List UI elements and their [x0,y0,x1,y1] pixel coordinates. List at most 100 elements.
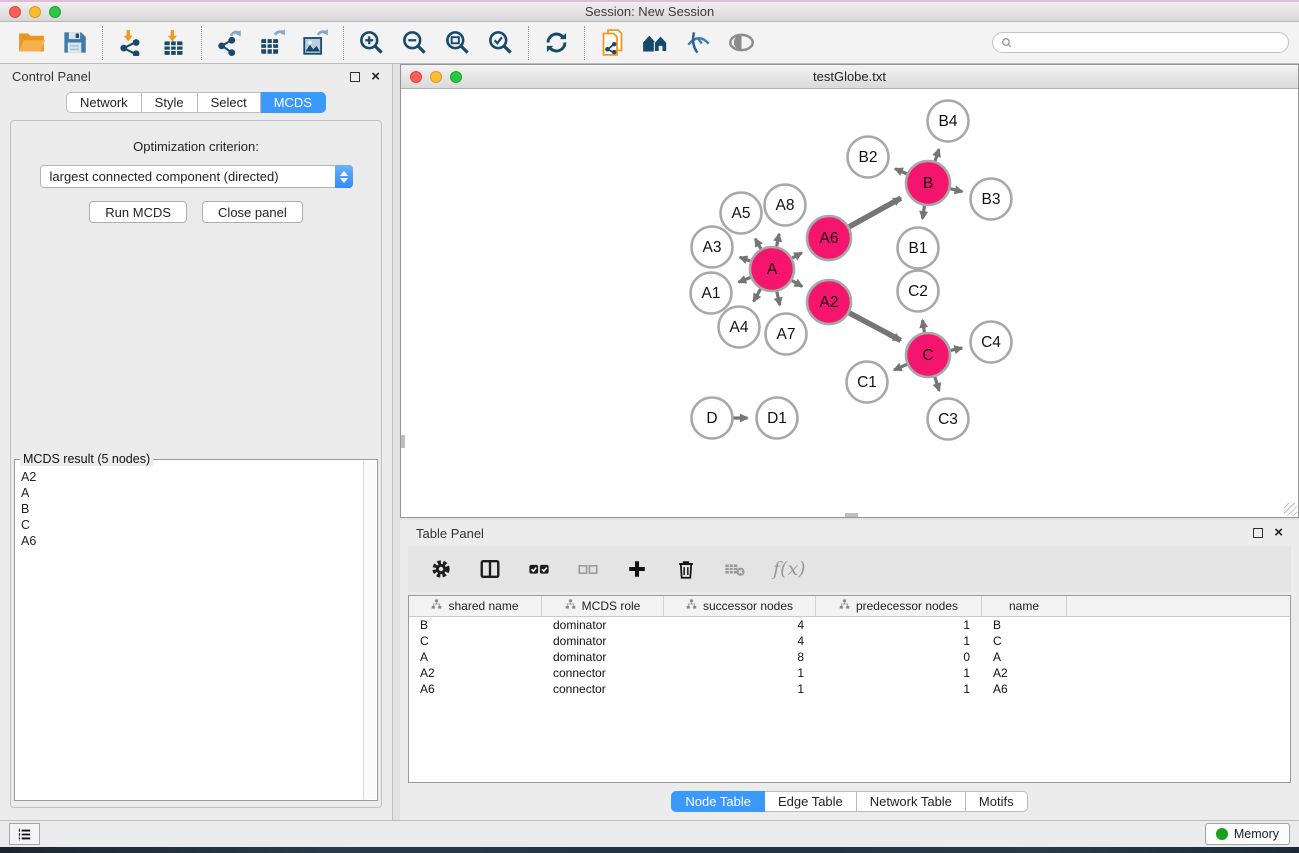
table-row[interactable]: Cdominator41C [409,633,1290,649]
network-graph[interactable]: B4 B2 B B3 B1 A5 A8 A6 A3 A A1 C2 A2 A4 … [401,89,1298,517]
hide-panel-icon[interactable] [685,29,712,56]
graph-edge-C-C2[interactable] [923,320,925,332]
memory-status-icon [1216,828,1228,840]
graph-edge-C-C3[interactable] [935,377,939,391]
cell-predecessor-nodes: 1 [816,666,982,680]
export-image-icon[interactable] [302,29,329,56]
table-row[interactable]: Adominator80A [409,649,1290,665]
graph-node-label-B: B [923,175,933,192]
search-input[interactable] [1017,36,1280,50]
table-row[interactable]: Bdominator41B [409,617,1290,633]
table-tab-node-table[interactable]: Node Table [671,791,765,812]
graph-edge-A2-C[interactable] [849,313,900,341]
graph-edge-B-B3[interactable] [950,189,962,192]
graph-edge-B-B1[interactable] [923,206,925,219]
column-header-name[interactable]: name [982,596,1067,616]
memory-button[interactable]: Memory [1205,823,1290,845]
close-panel-button[interactable]: Close panel [202,201,303,223]
graph-edge-A-A2[interactable] [792,281,802,287]
dropdown-stepper-icon [335,165,353,188]
graph-edge-C-C4[interactable] [951,348,963,350]
zoom-fit-icon[interactable] [444,29,471,56]
table-panel-title: Table Panel [416,526,484,541]
task-history-button[interactable] [9,823,40,845]
network-maximize-button[interactable] [450,71,462,83]
column-header-shared-name[interactable]: shared name [409,596,542,616]
zoom-in-icon[interactable] [358,29,385,56]
resize-grip[interactable] [1284,503,1297,516]
search-field[interactable] [992,32,1289,53]
graph-edge-A-A3[interactable] [740,257,751,261]
export-network-icon[interactable] [216,29,243,56]
canvas-vscroll-thumb[interactable] [401,435,405,448]
column-header-successor-nodes[interactable]: successor nodes [664,596,816,616]
mcds-result-item[interactable]: A6 [16,533,363,549]
graph-edge-B-B2[interactable] [895,169,907,174]
zoom-out-icon[interactable] [401,29,428,56]
graph-edge-A-A1[interactable] [739,277,751,282]
refresh-layout-icon[interactable] [543,29,570,56]
network-file-icon[interactable] [599,29,626,56]
network-minimize-button[interactable] [430,71,442,83]
mcds-result-item[interactable]: C [16,517,363,533]
table-row[interactable]: A2connector11A2 [409,665,1290,681]
export-table-icon[interactable] [259,29,286,56]
search-icon [1001,37,1013,49]
mcds-result-item[interactable]: B [16,501,363,517]
tab-style[interactable]: Style [142,92,198,113]
table-tab-edge-table[interactable]: Edge Table [765,791,857,812]
show-panel-icon[interactable] [728,29,755,56]
cell-MCDS-role: dominator [542,634,664,648]
delete-row-icon[interactable] [675,558,697,580]
graph-edge-A-A8[interactable] [777,234,780,247]
graph-edge-A-A5[interactable] [755,239,761,249]
maximize-window-button[interactable] [49,6,61,18]
graph-edge-A6-B[interactable] [849,198,901,227]
cell-predecessor-nodes: 0 [816,650,982,664]
add-row-icon[interactable] [626,558,648,580]
graph-node-label-A5: A5 [732,205,751,222]
table-row[interactable]: A6connector11A6 [409,681,1290,697]
zoom-selected-icon[interactable] [487,29,514,56]
network-canvas[interactable]: B4 B2 B B3 B1 A5 A8 A6 A3 A A1 C2 A2 A4 … [401,89,1298,517]
columns-icon[interactable] [479,558,501,580]
mcds-panel: Optimization criterion: largest connecte… [10,120,382,808]
close-table-panel-icon[interactable]: × [1274,528,1283,538]
float-panel-icon[interactable] [350,72,360,82]
graph-edge-B-B4[interactable] [935,149,939,161]
gear-icon[interactable] [430,558,452,580]
deselect-all-icon[interactable] [577,558,599,580]
mcds-result-item[interactable]: A2 [16,469,363,485]
cell-shared-name: A6 [409,682,542,696]
graph-edge-C-C1[interactable] [894,364,907,370]
minimize-window-button[interactable] [29,6,41,18]
run-mcds-button[interactable]: Run MCDS [89,201,187,223]
close-window-button[interactable] [9,6,21,18]
tab-network[interactable]: Network [66,92,142,113]
open-session-icon[interactable] [18,29,45,56]
tab-mcds[interactable]: MCDS [261,92,326,113]
select-all-icon[interactable] [528,558,550,580]
graph-edge-A-A6[interactable] [792,253,802,258]
table-tab-network-table[interactable]: Network Table [857,791,966,812]
cell-name: C [982,634,1067,648]
column-header-predecessor-nodes[interactable]: predecessor nodes [816,596,982,616]
result-scrollbar[interactable] [363,461,376,799]
mcds-result-item[interactable]: A [16,485,363,501]
graph-edge-A-A4[interactable] [754,289,761,301]
table-tab-motifs[interactable]: Motifs [966,791,1028,812]
tab-select[interactable]: Select [198,92,261,113]
home-icon[interactable] [642,29,669,56]
canvas-hscroll-thumb[interactable] [845,513,858,517]
close-panel-icon[interactable]: × [371,72,380,82]
column-header-MCDS-role[interactable]: MCDS role [542,596,664,616]
criterion-dropdown[interactable]: largest connected component (directed) [40,165,353,188]
import-table-icon[interactable] [160,29,187,56]
control-panel-tabs: NetworkStyleSelectMCDS [0,92,392,113]
graph-edge-A-A7[interactable] [777,292,780,306]
save-session-icon[interactable] [61,29,88,56]
cell-MCDS-role: dominator [542,650,664,664]
float-table-panel-icon[interactable] [1253,528,1263,538]
network-close-button[interactable] [410,71,422,83]
import-network-icon[interactable] [117,29,144,56]
